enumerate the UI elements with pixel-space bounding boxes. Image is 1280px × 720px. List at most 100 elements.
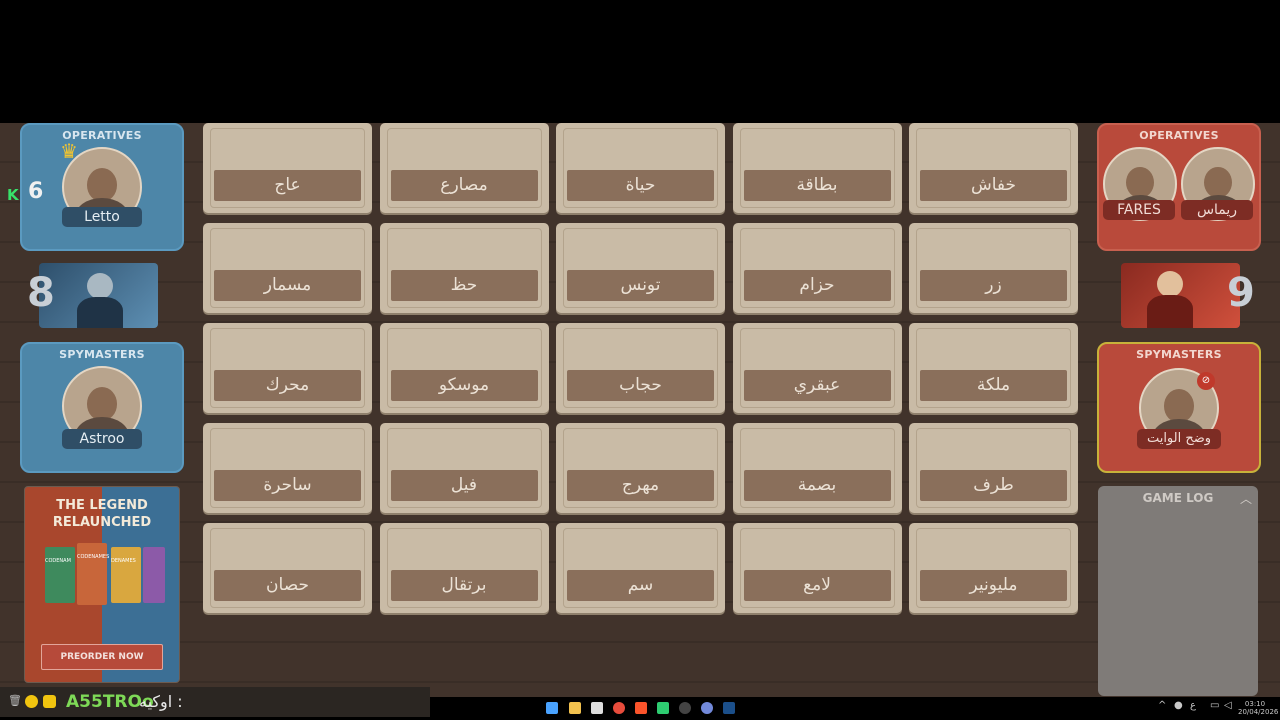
word-card[interactable]: حظ (379, 223, 549, 313)
card-word: حظ (390, 270, 538, 301)
discord-icon[interactable] (701, 702, 713, 714)
word-card[interactable]: عبقري (732, 323, 902, 413)
red-spymaster-name[interactable]: وضح الوايت (1137, 429, 1221, 449)
red-operatives-panel: OPERATIVES FARES ريماس (1097, 123, 1261, 251)
word-card[interactable]: حياة (556, 123, 725, 213)
blue-operatives-panel: OPERATIVES ♛ Letto (20, 123, 184, 251)
red-spymasters-title: SPYMASTERS (1136, 348, 1222, 361)
app-icon[interactable] (657, 702, 669, 714)
codenames-card-grid: عاج مصارع حياة بطاقة خفاش مسمار حظ تونس حزام زر مح… (203, 123, 1078, 613)
red-operative-name-1[interactable]: FARES (1103, 200, 1175, 220)
card-word: مهرج (567, 470, 714, 501)
word-card[interactable]: سم (556, 523, 725, 613)
tray-chevron-icon[interactable]: ^ (1158, 701, 1166, 711)
word-card[interactable]: مسمار (203, 223, 372, 313)
card-word: لامع (743, 570, 891, 601)
blue-score: 6 (28, 179, 44, 204)
card-word: عبقري (743, 370, 891, 401)
file-explorer-icon[interactable] (569, 702, 581, 714)
moderator-badge-icon (25, 695, 38, 708)
word-card[interactable]: موسكو (379, 323, 549, 413)
chat-overlay: 🗑 A55TROo اوكيه : (0, 687, 430, 717)
word-card[interactable]: خفاش (909, 123, 1078, 213)
word-card[interactable]: فيل (379, 423, 549, 513)
steam-icon[interactable] (723, 702, 735, 714)
card-word: ملكة (920, 370, 1067, 401)
card-word: بصمة (743, 470, 891, 501)
clock-date: 20/04/2026 (1238, 708, 1279, 716)
no-signal-icon: ⊘ (1197, 372, 1215, 390)
card-word: خفاش (920, 170, 1067, 201)
word-card[interactable]: عاج (203, 123, 372, 213)
word-card[interactable]: حجاب (556, 323, 725, 413)
card-word: محرك (214, 370, 361, 401)
crown-badge-icon (43, 695, 56, 708)
calendar-icon[interactable] (591, 702, 603, 714)
blue-operatives-title: OPERATIVES (62, 129, 142, 142)
crown-icon: ♛ (60, 139, 78, 163)
word-card[interactable]: حزام (732, 223, 902, 313)
card-word: حصان (214, 570, 361, 601)
blue-agent-card-image (39, 263, 158, 328)
word-card[interactable]: طرف (909, 423, 1078, 513)
blue-spymasters-title: SPYMASTERS (59, 348, 145, 361)
word-card[interactable]: ملكة (909, 323, 1078, 413)
microphone-icon[interactable]: ● (1174, 701, 1183, 711)
card-word: بطاقة (743, 170, 891, 201)
red-remaining-count: 9 (1227, 270, 1255, 316)
card-word: مليونير (920, 570, 1067, 601)
word-card[interactable]: بصمة (732, 423, 902, 513)
network-icon[interactable]: ▭ (1210, 701, 1219, 711)
chat-message: اوكيه : (139, 692, 183, 711)
red-operative-name-2[interactable]: ريماس (1181, 200, 1253, 220)
card-word: مسمار (214, 270, 361, 301)
card-word: زر (920, 270, 1067, 301)
game-log-title: GAME LOG (1142, 491, 1214, 505)
windows-start-icon[interactable] (546, 702, 558, 714)
word-card[interactable]: مصارع (379, 123, 549, 213)
blue-spymasters-panel: SPYMASTERS Astroo (20, 342, 184, 473)
ad-headline: THE LEGEND RELAUNCHED (52, 498, 152, 530)
red-agent-card-image (1121, 263, 1240, 328)
word-card[interactable]: بطاقة (732, 123, 902, 213)
volume-icon[interactable]: ◁ (1224, 701, 1232, 711)
blue-remaining-count: 8 (27, 270, 55, 316)
blue-spymaster-name[interactable]: Astroo (62, 429, 142, 449)
ad-box-1: CODENAM (45, 547, 75, 603)
card-word: ساحرة (214, 470, 361, 501)
chevron-up-icon[interactable]: ︿ (1240, 490, 1252, 507)
blue-operative-name[interactable]: Letto (62, 207, 142, 227)
word-card[interactable]: حصان (203, 523, 372, 613)
red-operatives-title: OPERATIVES (1139, 129, 1219, 142)
preorder-ad-banner[interactable]: THE LEGEND RELAUNCHED CODENAM CODENAMES … (24, 486, 180, 683)
word-card[interactable]: برتقال (379, 523, 549, 613)
word-card[interactable]: تونس (556, 223, 725, 313)
word-card[interactable]: محرك (203, 323, 372, 413)
preorder-now-button[interactable]: PREORDER NOW (41, 644, 163, 670)
clock[interactable]: 03:10 20/04/2026 (1238, 700, 1279, 716)
red-spymasters-panel: SPYMASTERS ⊘ وضح الوايت (1097, 342, 1261, 473)
card-word: برتقال (390, 570, 538, 601)
card-word: موسكو (390, 370, 538, 401)
card-word: سم (567, 570, 714, 601)
brave-icon[interactable] (635, 702, 647, 714)
word-card[interactable]: لامع (732, 523, 902, 613)
kick-icon: K (7, 186, 19, 204)
card-word: عاج (214, 170, 361, 201)
card-word: تونس (567, 270, 714, 301)
word-card[interactable]: ساحرة (203, 423, 372, 513)
windows-taskbar: ^ ● ع ▭ ◁ 03:10 20/04/2026 (430, 697, 1280, 720)
ad-box-2: CODENAMES (77, 543, 109, 605)
word-card[interactable]: مهرج (556, 423, 725, 513)
card-word: حجاب (567, 370, 714, 401)
word-card[interactable]: مليونير (909, 523, 1078, 613)
card-word: طرف (920, 470, 1067, 501)
chrome-icon[interactable] (613, 702, 625, 714)
card-word: حياة (567, 170, 714, 201)
ad-box-3: DENAMES (111, 547, 141, 603)
clock-time: 03:10 (1244, 700, 1266, 708)
obs-icon[interactable] (679, 702, 691, 714)
trash-icon[interactable]: 🗑 (8, 694, 22, 707)
language-indicator[interactable]: ع (1190, 701, 1196, 711)
word-card[interactable]: زر (909, 223, 1078, 313)
